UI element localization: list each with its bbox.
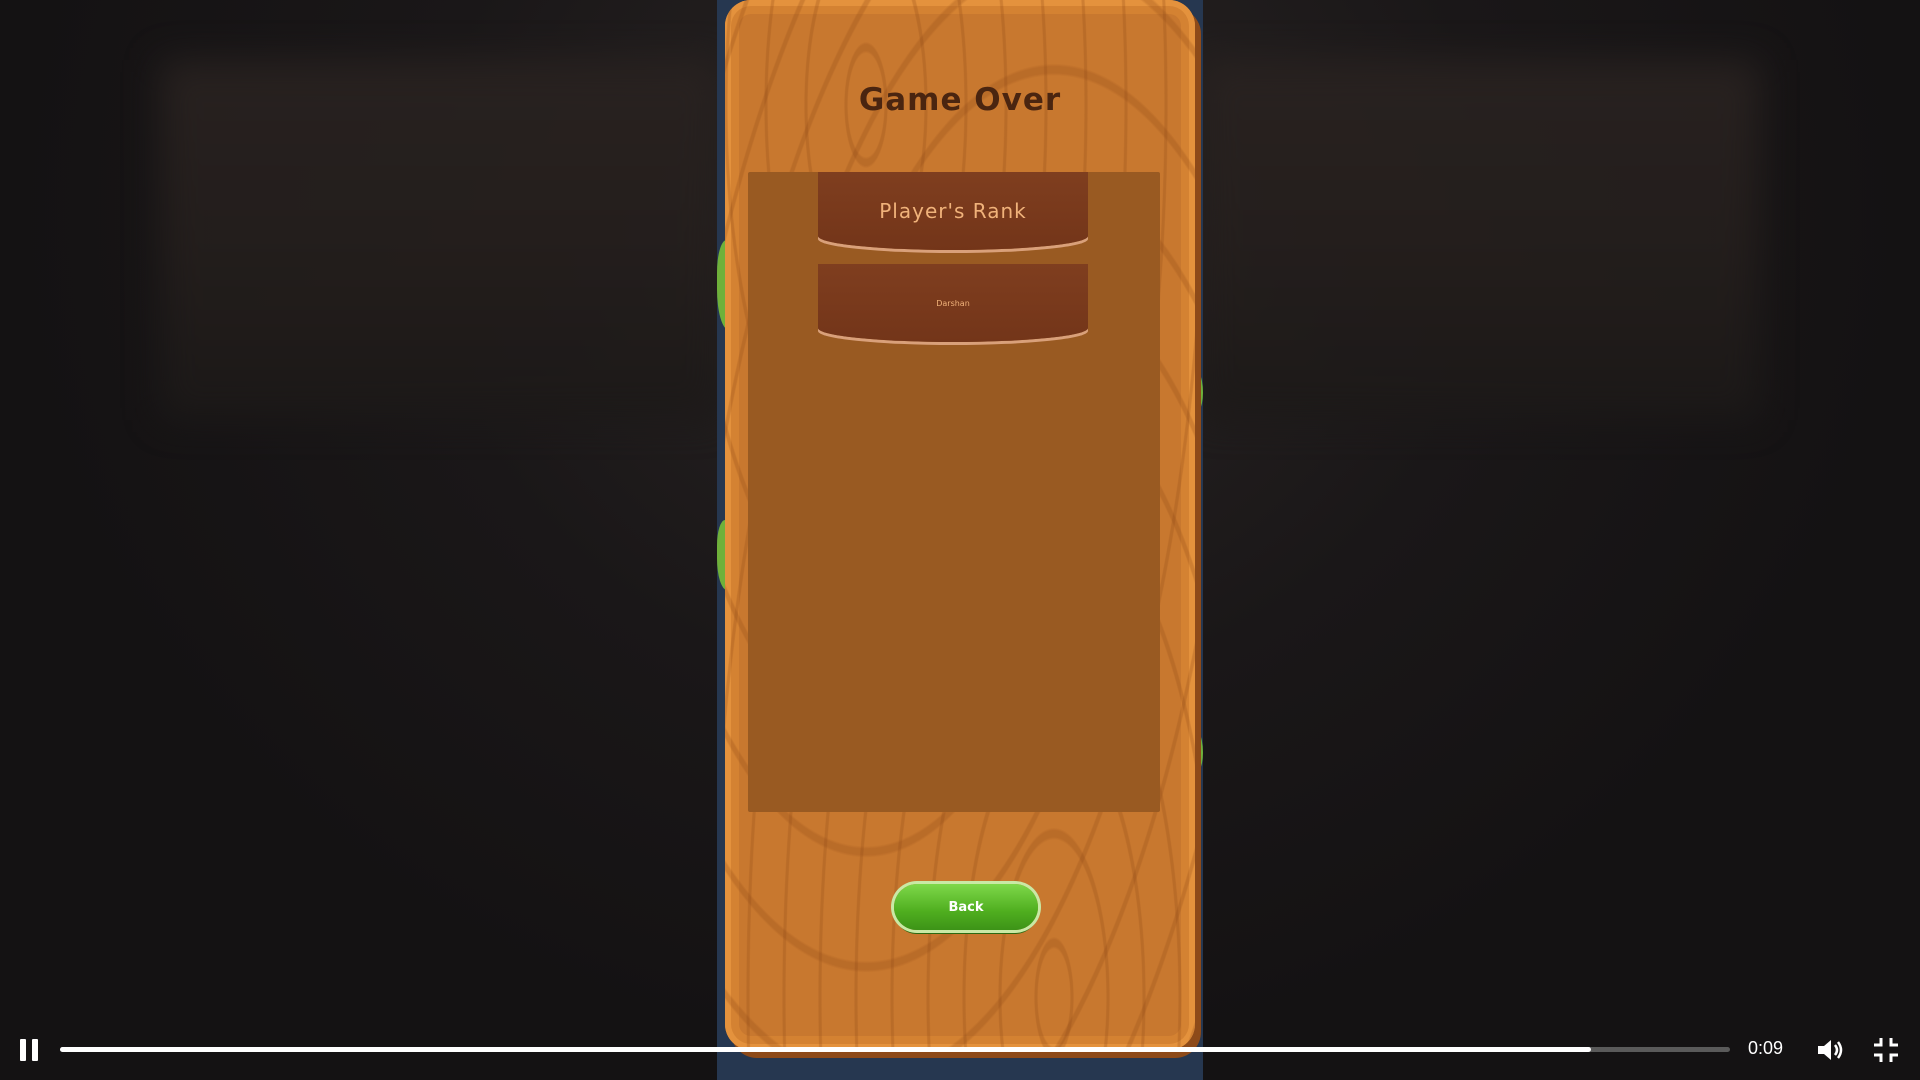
- game-over-title: Game Over: [858, 82, 1062, 118]
- blurred-background-left: [160, 60, 720, 420]
- volume-icon[interactable]: [1814, 1034, 1846, 1066]
- time-display: 0:09: [1748, 1038, 1784, 1058]
- progress-bar[interactable]: [60, 1047, 1730, 1052]
- player-name: Darshan: [936, 298, 970, 308]
- progress-fill: [60, 1047, 1592, 1052]
- pause-icon[interactable]: [16, 1036, 44, 1064]
- game-screen: Game Over Player's Rank Darshan Back: [717, 0, 1203, 1080]
- rank-header-label: Player's Rank: [879, 199, 1027, 223]
- back-button[interactable]: Back: [894, 884, 1038, 930]
- wooden-board: Game Over Player's Rank Darshan Back: [725, 0, 1195, 1050]
- exit-fullscreen-icon[interactable]: [1870, 1034, 1902, 1066]
- rank-row: Darshan: [818, 264, 1088, 342]
- blurred-background-right: [1200, 60, 1760, 420]
- rank-header-plank: Player's Rank: [818, 172, 1088, 250]
- video-controls: 0:09: [0, 1020, 1920, 1080]
- rank-panel: Player's Rank Darshan: [748, 172, 1160, 812]
- video-player: Game Over Player's Rank Darshan Back 0:0…: [0, 0, 1920, 1080]
